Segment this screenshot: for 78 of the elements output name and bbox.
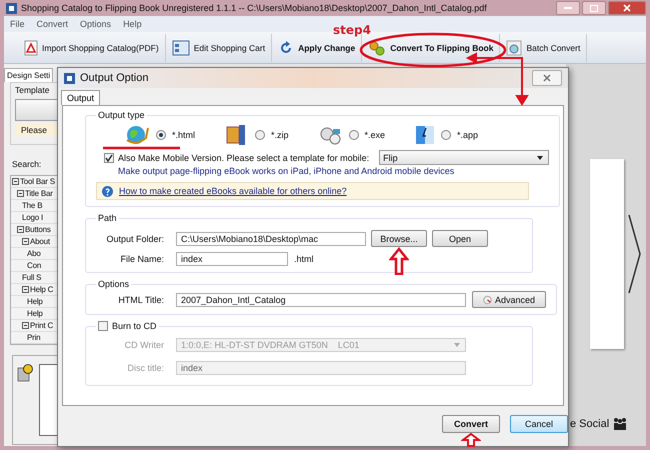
checkbox[interactable] bbox=[104, 152, 114, 162]
people-icon bbox=[613, 418, 628, 430]
search-label: Search: bbox=[12, 159, 42, 169]
checkbox[interactable] bbox=[98, 321, 108, 331]
next-page-icon[interactable] bbox=[628, 214, 642, 294]
grid-icon bbox=[172, 40, 190, 56]
annotation-arrow bbox=[461, 433, 481, 447]
close-button[interactable] bbox=[532, 70, 562, 86]
advanced-button[interactable]: Advanced bbox=[472, 291, 546, 308]
radio-button[interactable] bbox=[441, 130, 452, 140]
template-dropdown[interactable]: Flip bbox=[379, 150, 550, 165]
social-label: e Social bbox=[570, 418, 610, 430]
close-icon bbox=[543, 74, 551, 82]
toolbar-button[interactable]: Import Shopping Catalog(PDF) bbox=[18, 34, 166, 62]
radio-button[interactable] bbox=[348, 130, 359, 140]
tab[interactable]: Output bbox=[61, 90, 100, 105]
hint-text: Make output page-flipping eBook works on iPad, iPhone and Android mobile devices bbox=[117, 166, 456, 176]
menu-item[interactable]: Help bbox=[123, 19, 142, 29]
radio-button[interactable] bbox=[255, 130, 266, 140]
radio-button[interactable] bbox=[156, 130, 166, 140]
field-label: Disc title: bbox=[126, 363, 165, 373]
radio-label: *.zip bbox=[271, 130, 289, 140]
radio-label: *.app bbox=[457, 130, 478, 140]
radio-label: *.html bbox=[172, 130, 196, 140]
app-icon bbox=[64, 72, 75, 84]
close-button[interactable] bbox=[608, 1, 646, 15]
collapse-icon[interactable] bbox=[22, 238, 29, 245]
browse-button[interactable]: Browse... bbox=[371, 230, 427, 247]
menu-item[interactable]: File bbox=[10, 19, 25, 29]
help-link[interactable]: How to make created eBooks available for others online? bbox=[119, 186, 347, 196]
maximize-button[interactable] bbox=[582, 1, 606, 15]
group-title: Options bbox=[97, 279, 130, 289]
field-label: HTML Title: bbox=[117, 294, 165, 304]
minimize-button[interactable] bbox=[556, 1, 580, 15]
gauge-icon bbox=[483, 294, 492, 306]
output-folder-field[interactable]: C:\Users\Mobiano18\Desktop\mac bbox=[176, 232, 366, 246]
open-button[interactable]: Open bbox=[432, 230, 488, 247]
pdf-icon bbox=[24, 40, 38, 56]
minimize-icon bbox=[564, 6, 572, 10]
toolbar-button[interactable]: Edit Shopping Cart bbox=[166, 34, 272, 62]
html-title-field[interactable]: 2007_Dahon_Intl_Catalog bbox=[176, 292, 466, 306]
collapse-icon[interactable] bbox=[12, 178, 19, 185]
dialog-button[interactable]: Cancel bbox=[510, 415, 568, 433]
field-label: Output Folder: bbox=[105, 234, 165, 244]
finder-icon bbox=[415, 124, 436, 146]
menu-item[interactable]: Options bbox=[80, 19, 112, 29]
annotation-arrow bbox=[466, 52, 529, 106]
notice-text: Please bbox=[15, 124, 60, 136]
close-icon bbox=[623, 4, 631, 12]
template-button[interactable] bbox=[15, 99, 60, 121]
file-name-field[interactable]: index bbox=[176, 252, 288, 266]
collapse-icon[interactable] bbox=[22, 322, 29, 329]
database-icon bbox=[17, 364, 33, 382]
checkbox-label: Burn to CD bbox=[112, 321, 157, 331]
gears-icon bbox=[368, 40, 386, 56]
window-title: Shopping Catalog to Flipping Book Unregistered 1.1.1 -- C:\Users\Mobiano18\Desktop\2007_Dahon_Intl_Catalog.pdf bbox=[21, 3, 487, 13]
disc-title-field[interactable]: index bbox=[176, 361, 466, 375]
globe-icon bbox=[124, 124, 150, 146]
checkbox-label: Also Make Mobile Version. Please select a template for mobile: bbox=[118, 152, 370, 162]
field-label: CD Writer bbox=[124, 340, 165, 350]
annotation-arrow bbox=[389, 247, 409, 275]
dialog-button[interactable]: Convert bbox=[442, 415, 500, 433]
collapse-icon[interactable] bbox=[17, 190, 24, 197]
radio-label: *.exe bbox=[364, 130, 386, 140]
collapse-icon[interactable] bbox=[22, 286, 29, 293]
toolbar-button[interactable]: Batch Convert bbox=[500, 34, 588, 62]
group-title: Template bbox=[15, 85, 50, 95]
app-icon bbox=[6, 2, 17, 14]
extension-label: .html bbox=[294, 254, 314, 264]
maximize-icon bbox=[590, 4, 598, 12]
panel-tab[interactable]: Design Setti bbox=[4, 68, 54, 82]
help-icon bbox=[102, 186, 113, 196]
dialog-title: Output Option bbox=[80, 72, 148, 84]
menu-item[interactable]: Convert bbox=[36, 19, 68, 29]
collapse-icon[interactable] bbox=[17, 226, 24, 233]
group-title: Output type bbox=[97, 110, 146, 120]
field-label: File Name: bbox=[119, 254, 165, 264]
group-title: Path bbox=[97, 213, 118, 223]
